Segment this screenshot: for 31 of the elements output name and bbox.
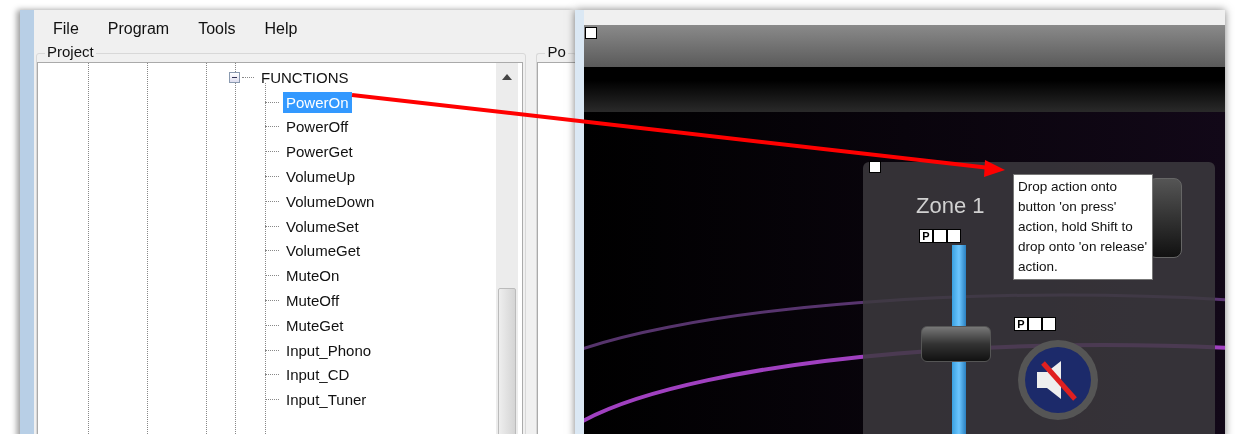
tree-item[interactable]: VolumeDown — [283, 190, 378, 212]
tree-item[interactable]: PowerGet — [283, 141, 356, 163]
menu-item[interactable]: Tools — [193, 19, 250, 43]
menu-item[interactable]: Program — [102, 19, 184, 43]
resize-handle[interactable] — [869, 161, 881, 173]
tree-item[interactable]: PowerOff — [283, 116, 352, 138]
menu-item[interactable]: File — [48, 19, 93, 43]
tree-item[interactable]: MuteGet — [283, 314, 347, 336]
mute-button[interactable] — [1017, 339, 1099, 421]
tooltip: Drop action onto button 'on press' action, hold Shift to drop onto 'on release' action. — [1013, 174, 1153, 280]
resize-handle[interactable] — [585, 27, 597, 39]
scrollbar[interactable] — [496, 63, 519, 434]
scroll-up-icon[interactable] — [502, 74, 513, 80]
flag-boxes: P — [919, 229, 961, 243]
tree-item[interactable]: MuteOn — [283, 265, 343, 287]
tree-item[interactable]: MuteOff — [283, 290, 343, 312]
tree-item[interactable]: VolumeUp — [283, 166, 359, 188]
tree-item[interactable]: Input_Phono — [283, 339, 375, 361]
tree-item[interactable]: FUNCTIONS — [258, 66, 352, 88]
slider-thumb[interactable] — [921, 326, 991, 362]
tree-item[interactable]: VolumeSet — [283, 215, 362, 237]
tree-item[interactable]: Input_CD — [283, 364, 353, 386]
group-title: Project — [45, 43, 96, 60]
scroll-thumb[interactable] — [498, 288, 517, 434]
tree-item[interactable]: VolumeGet — [283, 240, 364, 262]
zone-title: Zone 1 — [916, 193, 985, 219]
volume-slider[interactable] — [921, 245, 993, 434]
flag-boxes: P — [1014, 317, 1056, 331]
collapse-icon[interactable] — [229, 71, 240, 83]
menu-item[interactable]: Help — [259, 19, 312, 43]
tree-item[interactable]: Input_Tuner — [283, 389, 370, 411]
